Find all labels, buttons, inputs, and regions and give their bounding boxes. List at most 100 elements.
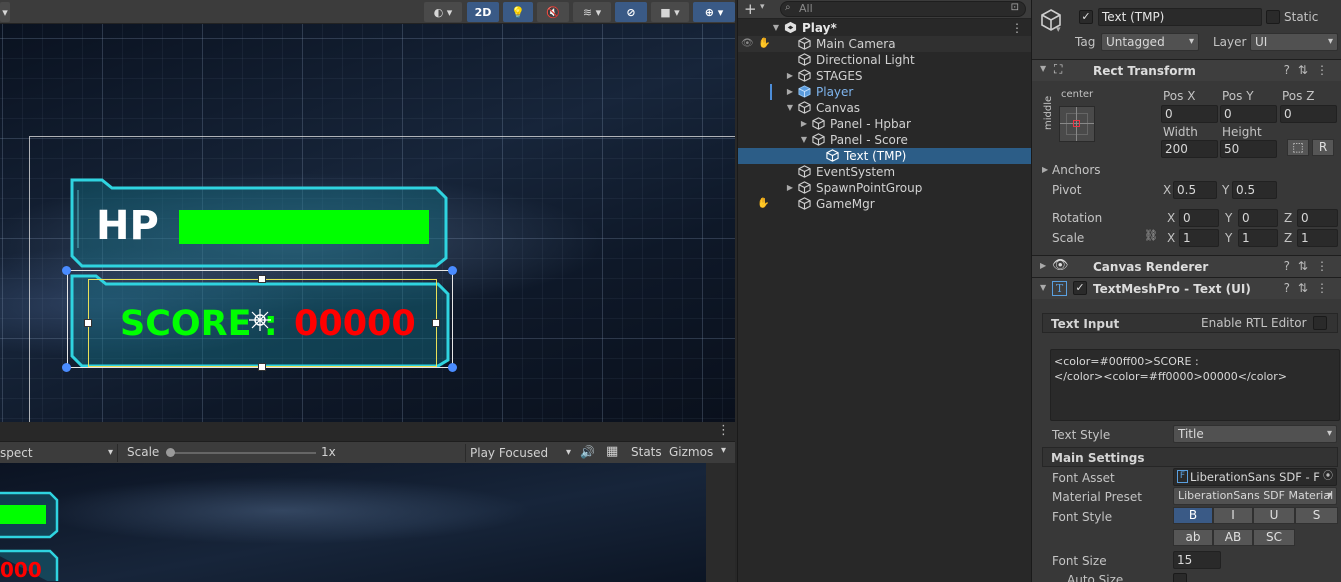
- resize-handle-right[interactable]: [432, 319, 440, 327]
- rot-x-field[interactable]: 0: [1179, 209, 1219, 227]
- collapse-arrow-icon[interactable]: ▶: [785, 84, 795, 100]
- scale-slider-track[interactable]: [168, 452, 316, 454]
- stats-button[interactable]: Stats: [631, 445, 662, 459]
- scale-slider-thumb[interactable]: [166, 448, 175, 457]
- component-help-settings-icons[interactable]: ?⇅⋮: [1284, 281, 1336, 295]
- gizmos-icon[interactable]: ⊕ ▾: [693, 2, 735, 22]
- height-field[interactable]: 50: [1220, 140, 1277, 158]
- grid-toggle-icon[interactable]: ▦: [606, 444, 618, 459]
- pos-y-field[interactable]: 0: [1220, 105, 1277, 123]
- hierarchy-item-play[interactable]: ▼ Play* ⋮: [738, 20, 1031, 36]
- add-dropdown-icon[interactable]: ▾: [760, 2, 765, 12]
- canvas-renderer-header[interactable]: ▶ 👁 Canvas Renderer ?⇅⋮: [1032, 255, 1341, 277]
- collapse-arrow-icon[interactable]: ▶: [1040, 261, 1046, 270]
- pickability-hand-icon[interactable]: ✋: [758, 36, 770, 52]
- effects-layers-icon[interactable]: ≋ ▾: [573, 2, 611, 22]
- scene-menu-icon[interactable]: ⋮: [1011, 20, 1023, 36]
- anchor-handle-br[interactable]: [448, 363, 457, 372]
- font-style-underline-button[interactable]: U: [1253, 507, 1295, 524]
- pivot-x-field[interactable]: 0.5: [1173, 181, 1217, 199]
- blueprint-mode-icon[interactable]: ⬚: [1287, 139, 1309, 156]
- auto-size-checkbox[interactable]: [1173, 573, 1187, 582]
- text-style-dropdown[interactable]: Title: [1173, 425, 1337, 443]
- expand-arrow-icon[interactable]: ▼: [785, 100, 795, 116]
- scale-z-field[interactable]: 1: [1297, 229, 1338, 247]
- font-size-field[interactable]: 15: [1173, 551, 1221, 569]
- hierarchy-item-gamemgr[interactable]: ✋ GameMgr: [738, 196, 1031, 212]
- hierarchy-item-text-tmp[interactable]: Text (TMP): [738, 148, 1031, 164]
- tag-dropdown[interactable]: Untagged: [1101, 33, 1199, 51]
- hierarchy-item-player[interactable]: ▶ Player: [738, 84, 1031, 100]
- material-preset-dropdown[interactable]: LiberationSans SDF Material: [1173, 487, 1337, 505]
- camera-icon[interactable]: ■ ▾: [651, 2, 689, 22]
- play-mode-dropdown[interactable]: Play Focused ▾: [465, 444, 575, 462]
- font-style-italic-button[interactable]: I: [1213, 507, 1253, 524]
- raw-edit-button[interactable]: R: [1312, 139, 1334, 156]
- collapse-arrow-icon[interactable]: ▶: [785, 180, 795, 196]
- font-style-bold-button[interactable]: B: [1173, 507, 1213, 524]
- pickability-disabled-icon[interactable]: ✋: [757, 196, 769, 212]
- lighting-icon[interactable]: 💡: [503, 2, 533, 22]
- width-field[interactable]: 200: [1161, 140, 1218, 158]
- hierarchy-item-panel-hpbar[interactable]: ▶ Panel - Hpbar: [738, 116, 1031, 132]
- component-enabled-checkbox[interactable]: ✓: [1073, 281, 1087, 295]
- layer-dropdown[interactable]: UI: [1250, 33, 1338, 51]
- resize-handle-bottom[interactable]: [258, 363, 266, 371]
- audio-mute-icon[interactable]: 🔇: [537, 2, 569, 22]
- aspect-dropdown[interactable]: spect ▾: [0, 444, 118, 462]
- textmeshpro-header[interactable]: ▼ T ✓ TextMeshPro - Text (UI) ?⇅⋮: [1032, 277, 1341, 299]
- static-checkbox[interactable]: [1266, 10, 1280, 24]
- constrain-proportions-icon[interactable]: ⛓: [1144, 229, 1158, 242]
- component-help-settings-icons[interactable]: ?⇅⋮: [1284, 259, 1336, 273]
- rect-transform-header[interactable]: ▼ ⛶ Rect Transform ?⇅⋮: [1032, 59, 1341, 81]
- speaker-icon[interactable]: 🔊: [580, 445, 595, 459]
- hierarchy-item-canvas[interactable]: ▼ Canvas: [738, 100, 1031, 116]
- resize-handle-top[interactable]: [258, 275, 266, 283]
- hierarchy-item-panel-score[interactable]: ▼ Panel - Score: [738, 132, 1031, 148]
- font-style-strikethrough-button[interactable]: S: [1295, 507, 1338, 524]
- object-name-field[interactable]: Text (TMP): [1098, 8, 1262, 26]
- anchor-handle-tl[interactable]: [62, 266, 71, 275]
- rot-z-field[interactable]: 0: [1297, 209, 1338, 227]
- pivot-move-icon[interactable]: [248, 308, 272, 332]
- rot-y-field[interactable]: 0: [1238, 209, 1278, 227]
- anchors-arrow-icon[interactable]: ▶: [1042, 165, 1048, 174]
- pivot-y-field[interactable]: 0.5: [1232, 181, 1277, 199]
- draw-mode-dropdown[interactable]: ▾: [0, 2, 10, 22]
- pos-z-field[interactable]: 0: [1280, 105, 1337, 123]
- text-input-area[interactable]: <color=#00ff00>SCORE : </color><color=#f…: [1050, 349, 1340, 421]
- scene-view[interactable]: HP SCORE : 00000 ▾ ◐ ▾ 2D 💡 🔇 ≋ ▾ ⊘ ■ ▾ …: [0, 0, 735, 422]
- mode-2d-toggle[interactable]: 2D: [467, 2, 499, 22]
- active-checkbox[interactable]: ✓: [1079, 10, 1093, 24]
- icon-dropdown-icon[interactable]: ▾: [1056, 25, 1061, 35]
- expand-arrow-icon[interactable]: ▼: [1040, 64, 1046, 73]
- component-help-settings-icons[interactable]: ?⇅⋮: [1284, 63, 1336, 77]
- gizmos-dropdown-icon[interactable]: ▾: [721, 445, 726, 456]
- game-view[interactable]: 000: [0, 463, 706, 582]
- shading-mode-button[interactable]: ◐ ▾: [424, 2, 462, 22]
- scale-x-field[interactable]: 1: [1179, 229, 1219, 247]
- collapse-arrow-icon[interactable]: ▶: [799, 116, 809, 132]
- expand-arrow-icon[interactable]: ▼: [799, 132, 809, 148]
- hierarchy-item-spawnpointgroup[interactable]: ▶ SpawnPointGroup: [738, 180, 1031, 196]
- add-icon[interactable]: +: [744, 0, 757, 18]
- more-options-icon[interactable]: ⋮: [717, 423, 730, 438]
- anchor-preset-button[interactable]: [1059, 106, 1095, 142]
- hierarchy-item-directional-light[interactable]: Directional Light: [738, 52, 1031, 68]
- anchor-handle-bl[interactable]: [62, 363, 71, 372]
- font-style-uppercase-button[interactable]: AB: [1213, 529, 1253, 546]
- pos-x-field[interactable]: 0: [1161, 105, 1218, 123]
- object-picker-icon[interactable]: ⦿: [1323, 469, 1333, 485]
- hierarchy-item-stages[interactable]: ▶ STAGES: [738, 68, 1031, 84]
- gizmos-button[interactable]: Gizmos: [669, 445, 713, 459]
- hidden-objects-icon[interactable]: ⊘: [615, 2, 647, 22]
- visibility-eye-icon[interactable]: 👁: [741, 36, 754, 52]
- anchor-handle-tr[interactable]: [448, 266, 457, 275]
- expand-arrow-icon[interactable]: ▼: [771, 20, 781, 36]
- font-style-lowercase-button[interactable]: ab: [1173, 529, 1213, 546]
- hierarchy-search[interactable]: ⌕ All ⊡: [780, 1, 1026, 17]
- scale-y-field[interactable]: 1: [1238, 229, 1278, 247]
- font-asset-field[interactable]: F LiberationSans SDF - F ⦿: [1173, 468, 1337, 486]
- collapse-arrow-icon[interactable]: ▶: [785, 68, 795, 84]
- resize-handle-left[interactable]: [84, 319, 92, 327]
